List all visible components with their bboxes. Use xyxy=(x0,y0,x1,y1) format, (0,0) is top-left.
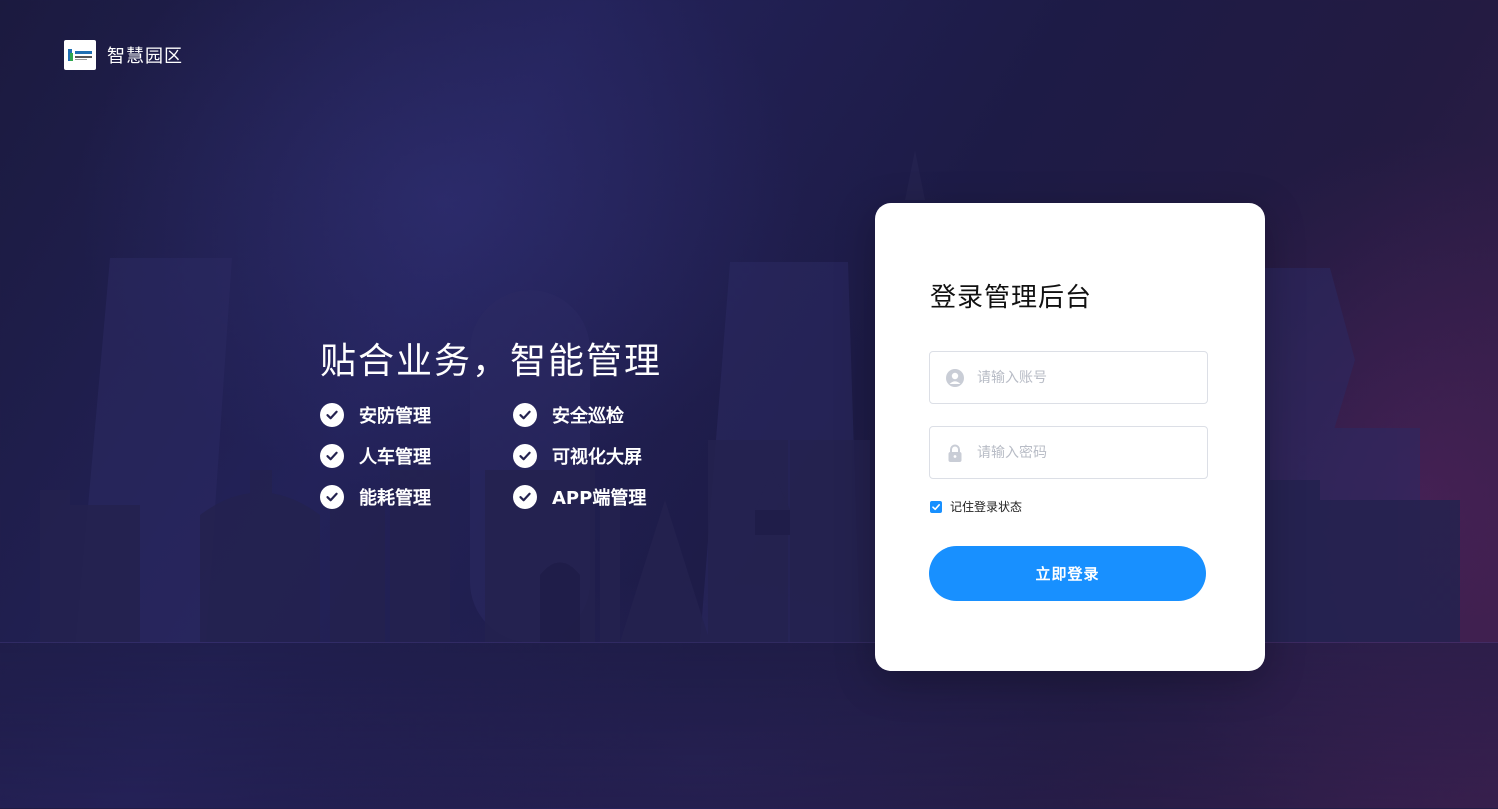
feature-label: 可视化大屏 xyxy=(552,447,642,468)
ground-strip xyxy=(0,642,1498,809)
slogan-title: 贴合业务，智能管理 xyxy=(320,341,663,382)
feature-list: 安防管理 安全巡检 人车管理 可视化大屏 能耗管理 APP端管理 xyxy=(320,400,706,512)
park-logo-icon xyxy=(64,40,96,70)
slogan-section: 贴合业务，智能管理 安防管理 安全巡检 人车管理 可视化大屏 能耗管理 APP端… xyxy=(320,332,706,512)
password-field[interactable] xyxy=(929,426,1208,479)
check-circle-icon xyxy=(513,403,537,427)
account-field[interactable] xyxy=(929,351,1208,404)
user-icon xyxy=(945,368,965,388)
account-input[interactable] xyxy=(975,368,1207,387)
checkbox-checked-icon[interactable] xyxy=(930,500,942,513)
lock-icon xyxy=(945,443,965,463)
check-circle-icon xyxy=(513,485,537,509)
feature-label: APP端管理 xyxy=(552,488,647,509)
feature-item: 人车管理 xyxy=(320,441,513,471)
feature-label: 人车管理 xyxy=(359,447,431,468)
check-circle-icon xyxy=(320,444,344,468)
feature-item: 可视化大屏 xyxy=(513,441,706,471)
feature-item: 安全巡检 xyxy=(513,400,706,430)
feature-label: 安全巡检 xyxy=(552,406,624,427)
remember-login-label: 记住登录状态 xyxy=(950,500,1023,514)
login-submit-button[interactable]: 立即登录 xyxy=(929,546,1206,601)
check-circle-icon xyxy=(320,485,344,509)
login-title: 登录管理后台 xyxy=(930,283,1093,313)
feature-item: 安防管理 xyxy=(320,400,513,430)
check-circle-icon xyxy=(320,403,344,427)
password-input[interactable] xyxy=(975,443,1207,462)
feature-label: 安防管理 xyxy=(359,406,431,427)
check-circle-icon xyxy=(513,444,537,468)
feature-item: APP端管理 xyxy=(513,482,706,512)
remember-login-checkbox[interactable]: 记住登录状态 xyxy=(930,498,1022,515)
brand-header: 智慧园区 xyxy=(64,40,183,70)
login-card: 登录管理后台 记住登录状态 立即登录 xyxy=(875,203,1265,671)
brand-name: 智慧园区 xyxy=(107,46,183,67)
feature-item: 能耗管理 xyxy=(320,482,513,512)
feature-label: 能耗管理 xyxy=(359,488,431,509)
